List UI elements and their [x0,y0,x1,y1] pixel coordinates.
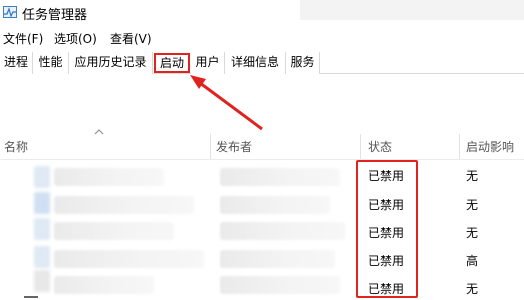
app-icon-redacted [34,246,50,268]
name-redacted [54,276,154,294]
name-redacted [54,168,164,186]
window-title: 任务管理器 [22,8,88,23]
app-icon-redacted [34,166,50,188]
column-separator[interactable] [459,134,460,160]
menu-view[interactable]: 查看(V) [110,30,152,47]
row-impact: 无 [466,226,479,240]
status-column-highlight [356,160,418,298]
row-impact: 无 [466,282,479,296]
sort-ascending-caret-icon[interactable] [94,128,104,136]
menu-options[interactable]: 选项(O) [54,30,97,47]
tab-services[interactable]: 服务 [286,52,320,74]
row-impact: 无 [466,198,479,212]
tab-bar: 进程 性能 应用历史记录 启动 用户 详细信息 服务 [0,52,524,74]
app-icon-redacted [34,218,50,240]
header-divider [0,159,524,160]
column-separator[interactable] [210,134,211,160]
app-icon-redacted [34,270,50,292]
menu-file[interactable]: 文件(F) [3,30,43,47]
publisher-redacted [220,276,340,294]
tab-app-history[interactable]: 应用历史记录 [69,52,153,74]
column-header-name[interactable]: 名称 [4,134,28,160]
divider-mark [24,296,38,298]
name-redacted [54,222,174,240]
name-redacted [54,196,194,214]
publisher-redacted [220,222,345,240]
app-icon-redacted [34,192,50,214]
menu-bar: 文件(F) 选项(O) 查看(V) [0,28,524,48]
publisher-redacted [220,196,330,214]
task-manager-icon [3,6,17,18]
row-impact: 无 [466,169,479,183]
column-header-status[interactable]: 状态 [368,134,392,160]
tab-users[interactable]: 用户 [191,52,225,74]
name-redacted [54,250,204,268]
publisher-redacted [220,168,340,186]
column-header-publisher[interactable]: 发布者 [216,134,252,160]
row-impact: 高 [466,254,479,268]
tab-startup[interactable]: 启动 [154,53,190,73]
publisher-redacted [220,250,335,268]
column-separator[interactable] [360,134,361,160]
title-bar: 任务管理器 [0,0,524,26]
tab-performance[interactable]: 性能 [33,52,69,74]
tab-processes[interactable]: 进程 [0,52,33,74]
tab-details[interactable]: 详细信息 [225,52,286,74]
title-bar-blank-area [300,0,524,20]
column-header-impact[interactable]: 启动影响 [466,134,514,160]
task-manager-window: { "window": { "title": "任务管理器" }, "menu"… [0,0,524,300]
